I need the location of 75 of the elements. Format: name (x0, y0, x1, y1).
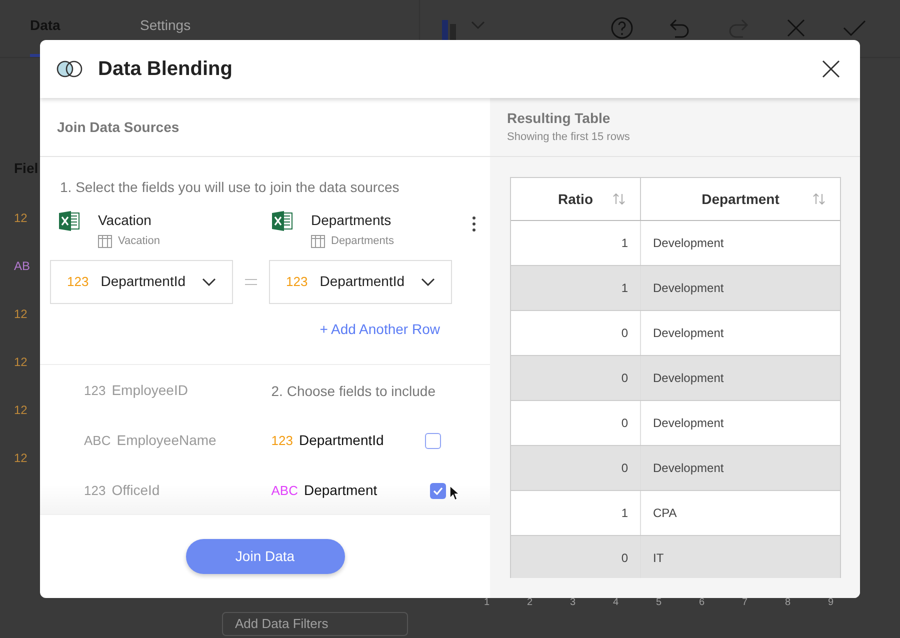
field-type: ABC (271, 482, 298, 500)
cursor-icon (449, 485, 460, 501)
table-cell-text: Development (652, 370, 725, 387)
field-type-label: 12 (14, 450, 28, 467)
field-type: ABC (84, 432, 111, 450)
table-cell-text: IT (652, 550, 665, 567)
field-type-label: AB (14, 258, 32, 275)
step-instruction: 2. Choose fields to include (271, 382, 436, 400)
spreadsheet-icon (271, 210, 293, 232)
field-type-label: 12 (14, 210, 28, 227)
sort-icon[interactable] (612, 192, 626, 206)
field-type-label: 12 (14, 306, 28, 323)
spreadsheet-icon (58, 210, 80, 232)
source-name: Vacation (98, 211, 152, 230)
field-type: 123 (84, 482, 106, 500)
column-header[interactable]: Ratio (511, 178, 641, 220)
table-name: Departments (331, 234, 394, 249)
table-cell-text: Development (652, 235, 725, 252)
section-subtitle: Showing the first 15 rows (507, 130, 631, 146)
axis-label: 8 (785, 596, 792, 610)
table-cell-text: Development (652, 415, 725, 432)
blend-icon (56, 60, 84, 78)
table-cell-text: Development (652, 280, 725, 297)
chevron-down-icon (202, 278, 216, 286)
axis-label: 3 (570, 596, 577, 610)
source-name: Departments (311, 211, 392, 230)
step-instruction: 1. Select the fields you will use to join the data sources (59, 178, 400, 197)
field-type-label: 12 (14, 354, 28, 371)
equals-icon (245, 278, 257, 284)
axis-label: 4 (613, 596, 620, 610)
field-type-label: 12 (14, 402, 28, 419)
filter-button[interactable]: Add Data Filters (222, 612, 408, 636)
field-dropdown[interactable]: 123 DepartmentId (269, 260, 452, 304)
checkmark-icon (433, 486, 443, 494)
field-type: 123 (84, 382, 106, 400)
field-type: 123 (271, 432, 293, 450)
table-cell: 1 (511, 221, 641, 265)
table-icon (311, 234, 325, 248)
help-icon[interactable] (610, 16, 634, 40)
axis-label: 7 (742, 596, 749, 610)
table-icon (98, 234, 112, 248)
table-name: Vacation (118, 234, 160, 249)
field-name: EmployeeName (116, 431, 216, 450)
sort-icon[interactable] (812, 192, 826, 206)
field-name: EmployeeID (112, 381, 188, 400)
checkbox[interactable] (430, 482, 446, 498)
table-cell: 0 (511, 356, 641, 400)
field-name: Department (304, 481, 378, 500)
axis-label: 9 (828, 596, 835, 610)
axis-label: 5 (656, 596, 663, 610)
checkbox[interactable] (424, 432, 441, 448)
table-cell: 1 (511, 491, 641, 535)
section-title: Resulting Table (507, 109, 612, 128)
table-cell: 1 (511, 266, 641, 310)
close-icon[interactable] (822, 60, 840, 78)
column-header[interactable]: Department (641, 178, 840, 220)
dialog-title: Data Blending (98, 57, 232, 82)
more-icon[interactable] (472, 216, 476, 232)
field-dropdown[interactable]: 123 DepartmentId (50, 260, 233, 304)
axis-label: 6 (699, 596, 706, 610)
table-cell: 0 (511, 311, 641, 355)
add-row-link[interactable]: + Add Another Row (320, 318, 440, 340)
table-cell-text: CPA (652, 505, 678, 522)
chevron-down-icon (421, 278, 435, 286)
table-cell-text: Development (652, 325, 725, 342)
join-data-button[interactable]: Join Data (186, 539, 344, 574)
table-cell: 0 (511, 536, 641, 578)
section-title: Join Data Sources (57, 118, 180, 136)
table-cell: 0 (511, 401, 641, 445)
field-name: DepartmentId (298, 431, 385, 450)
table-cell-text: Development (652, 460, 725, 477)
table-cell: 0 (511, 446, 641, 490)
axis-label: 1 (484, 596, 491, 610)
axis-label: 2 (527, 596, 534, 610)
field-name: OfficeId (112, 481, 160, 500)
